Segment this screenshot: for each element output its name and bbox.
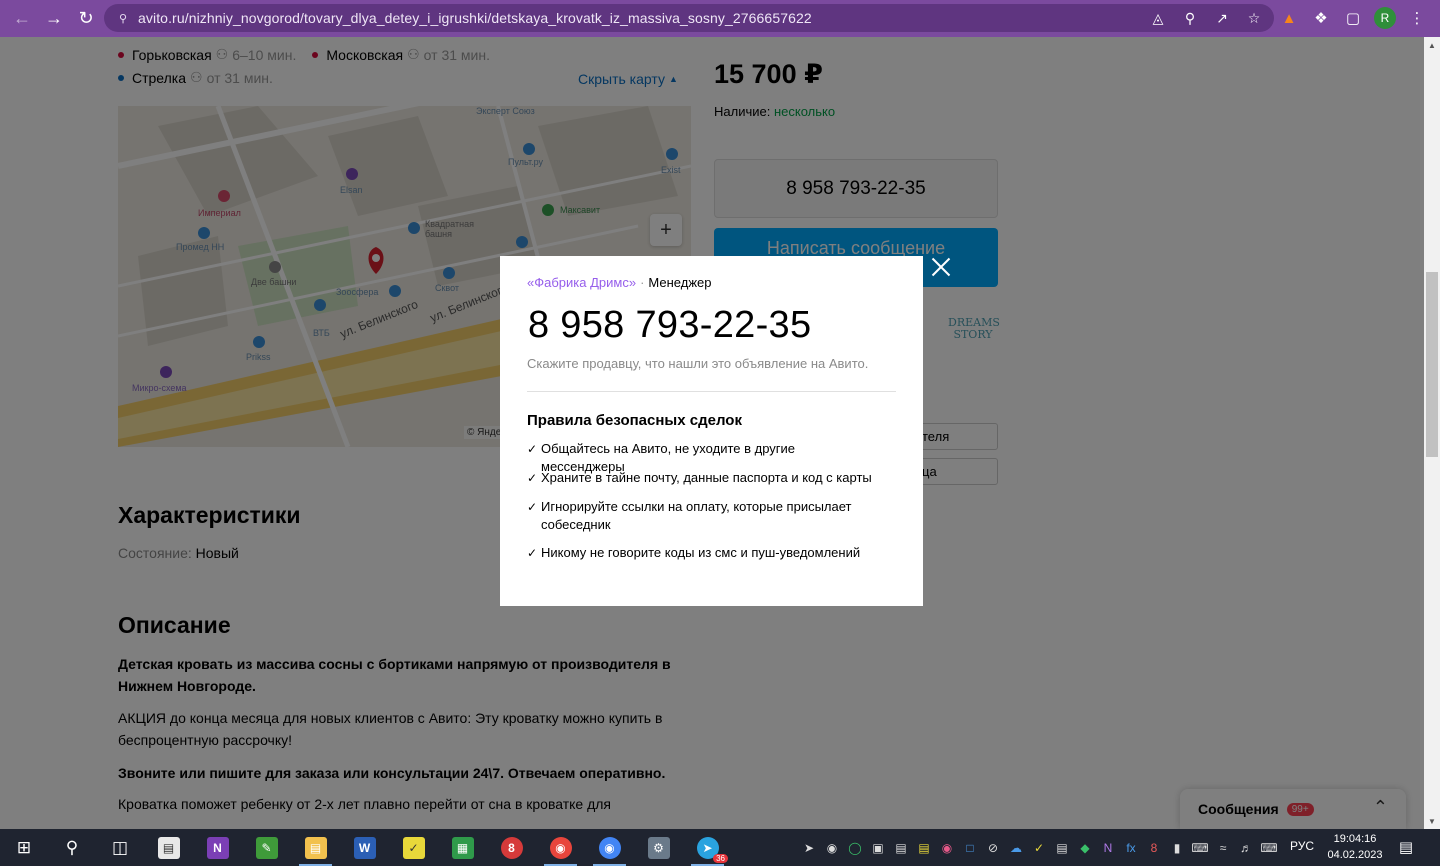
windows-taskbar: ⊞ ⚲ ◫ ▤ N ✎ ▤ W ✓ ▦ 8 ◉ ◉ ⚙ ➤ 36 ➤ ◉ ◯ ▣ … bbox=[0, 829, 1440, 866]
app-8-tray-icon[interactable]: 8 bbox=[1145, 839, 1163, 857]
extensions-puzzle-icon[interactable]: ❖ bbox=[1310, 7, 1332, 29]
check-icon: ✓ bbox=[527, 471, 538, 485]
share-icon[interactable]: ↗ bbox=[1212, 8, 1232, 28]
phone-hint: Скажите продавцу, что нашли это объявлен… bbox=[527, 356, 869, 371]
onenote-tray-icon[interactable]: N bbox=[1099, 839, 1117, 857]
profile-avatar[interactable]: R bbox=[1374, 7, 1396, 29]
chrome-profile-icon[interactable]: ◉ bbox=[585, 829, 634, 866]
rule-text: Храните в тайне почту, данные паспорта и… bbox=[541, 470, 872, 485]
battery-icon[interactable]: ▮ bbox=[1168, 839, 1186, 857]
fx-icon[interactable]: fx bbox=[1122, 839, 1140, 857]
reload-icon[interactable]: ↻ bbox=[70, 2, 102, 34]
bookmark-star-icon[interactable]: ☆ bbox=[1244, 8, 1264, 28]
task-view-icon[interactable]: ◫ bbox=[96, 829, 144, 866]
notifications-icon[interactable]: ▤ bbox=[1396, 837, 1416, 857]
file-icon[interactable]: ▤ bbox=[892, 839, 910, 857]
sheets-icon[interactable]: ▦ bbox=[438, 829, 487, 866]
clock-time: 19:04:16 bbox=[1333, 833, 1377, 845]
monitor-icon[interactable]: ▣ bbox=[869, 839, 887, 857]
scroll-thumb[interactable] bbox=[1426, 272, 1438, 457]
input-language[interactable]: РУС bbox=[1290, 839, 1314, 853]
phone-number[interactable]: 8 958 793-22-35 bbox=[528, 304, 811, 347]
rule-item: ✓ Никому не говорите коды из смс и пуш-у… bbox=[527, 544, 872, 562]
metamask-fox-icon[interactable]: ▲ bbox=[1278, 7, 1300, 29]
app-8-icon[interactable]: 8 bbox=[487, 829, 536, 866]
divider bbox=[527, 391, 896, 392]
translate-icon[interactable]: ◬ bbox=[1148, 8, 1168, 28]
rule-text: Игнорируйте ссылки на оплату, которые пр… bbox=[541, 499, 852, 532]
browser-toolbar: ← → ↻ ⚲ avito.ru/nizhniy_novgorod/tovary… bbox=[0, 0, 1440, 37]
url-text: avito.ru/nizhniy_novgorod/tovary_dlya_de… bbox=[138, 10, 812, 26]
sidepanel-icon[interactable]: ▢ bbox=[1342, 7, 1364, 29]
menu-dots-icon[interactable]: ⋮ bbox=[1406, 7, 1428, 29]
system-tray: ➤ ◉ ◯ ▣ ▤ ▤ ◉ □ ⊘ ☁ ✓ ▤ ◆ N fx 8 ▮ ⌨ ≈ ♬… bbox=[800, 829, 1278, 866]
sticky-notes-icon[interactable]: ✓ bbox=[389, 829, 438, 866]
chrome-icon[interactable]: ◉ bbox=[536, 829, 585, 866]
onenote-icon[interactable]: N bbox=[193, 829, 242, 866]
check-icon: ✓ bbox=[527, 546, 538, 560]
file-explorer-icon[interactable]: ▤ bbox=[291, 829, 340, 866]
telegram-badge: 36 bbox=[713, 854, 728, 863]
seller-role: Менеджер bbox=[648, 275, 712, 290]
block-icon[interactable]: ⊘ bbox=[984, 839, 1002, 857]
address-bar[interactable]: ⚲ avito.ru/nizhniy_novgorod/tovary_dlya_… bbox=[104, 4, 1274, 32]
back-icon[interactable]: ← bbox=[6, 2, 38, 34]
word-icon[interactable]: W bbox=[340, 829, 389, 866]
rule-item: ✓ Храните в тайне почту, данные паспорта… bbox=[527, 469, 872, 487]
volume-icon[interactable]: ♬ bbox=[1237, 839, 1255, 857]
close-icon[interactable] bbox=[930, 256, 952, 278]
windows-start-icon[interactable]: ⊞ bbox=[0, 829, 48, 866]
settings-gear-icon[interactable]: ⚙ bbox=[634, 829, 683, 866]
chrome-tray-icon[interactable]: ◉ bbox=[823, 839, 841, 857]
wifi-icon[interactable]: ≈ bbox=[1214, 839, 1232, 857]
keyboard-layout-icon[interactable]: ⌨ bbox=[1260, 839, 1278, 857]
telegram-tray-icon[interactable]: ➤ bbox=[800, 839, 818, 857]
site-info-icon[interactable]: ⚲ bbox=[116, 11, 130, 25]
network-share-icon[interactable]: ◆ bbox=[1076, 839, 1094, 857]
shield-icon[interactable]: ◯ bbox=[846, 839, 864, 857]
search-icon[interactable]: ⚲ bbox=[48, 829, 96, 866]
cloud-icon[interactable]: ☁ bbox=[1007, 839, 1025, 857]
modal-seller: «Фабрика Дримс» · Менеджер bbox=[527, 275, 712, 290]
check-shield-icon[interactable]: ✓ bbox=[1030, 839, 1048, 857]
rule-item: ✓ Игнорируйте ссылки на оплату, которые … bbox=[527, 498, 872, 534]
zoom-icon[interactable]: ⚲ bbox=[1180, 8, 1200, 28]
page-scrollbar[interactable]: ▲ ▼ bbox=[1424, 37, 1440, 829]
check-icon: ✓ bbox=[527, 500, 538, 514]
rule-text: Никому не говорите коды из смс и пуш-уве… bbox=[541, 545, 861, 560]
target-icon[interactable]: ◉ bbox=[938, 839, 956, 857]
notepad-icon[interactable]: ▤ bbox=[144, 829, 193, 866]
seller-name-link[interactable]: «Фабрика Дримс» bbox=[527, 275, 636, 290]
screenshot-icon[interactable]: □ bbox=[961, 839, 979, 857]
image-editor-icon[interactable]: ✎ bbox=[242, 829, 291, 866]
scroll-down-arrow-icon[interactable]: ▼ bbox=[1424, 813, 1440, 829]
telegram-icon[interactable]: ➤ 36 bbox=[683, 829, 732, 866]
phone-modal: «Фабрика Дримс» · Менеджер 8 958 793-22-35… bbox=[500, 256, 923, 606]
keyboard-icon[interactable]: ⌨ bbox=[1191, 839, 1209, 857]
notes-icon[interactable]: ▤ bbox=[915, 839, 933, 857]
scroll-up-arrow-icon[interactable]: ▲ bbox=[1424, 37, 1440, 53]
forward-icon[interactable]: → bbox=[38, 2, 70, 34]
clock-date: 04.02.2023 bbox=[1327, 849, 1383, 861]
rules-title: Правила безопасных сделок bbox=[527, 412, 742, 429]
clock[interactable]: 19:04:16 04.02.2023 bbox=[1326, 831, 1384, 863]
window-icon[interactable]: ▤ bbox=[1053, 839, 1071, 857]
